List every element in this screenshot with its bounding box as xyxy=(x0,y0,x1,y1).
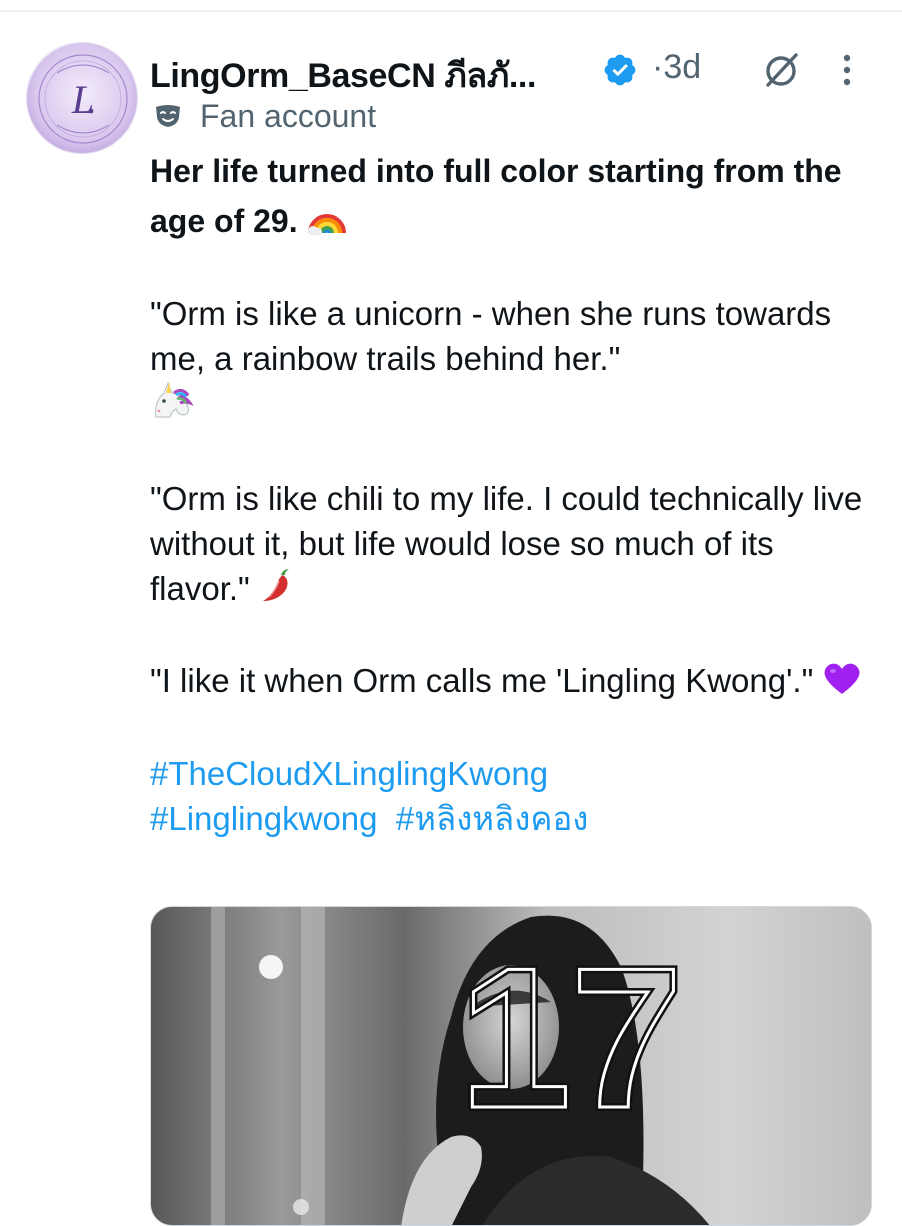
hashtag-linglingkwong[interactable]: #Linglingkwong xyxy=(150,800,378,837)
rainbow-emoji-icon xyxy=(307,199,347,249)
tweet-lead: Her life turned into full color starting… xyxy=(150,146,870,249)
quote-name: "I like it when Orm calls me 'Lingling K… xyxy=(150,658,870,707)
hashtag-thecloudxlinglingkwong[interactable]: #TheCloudXLinglingKwong xyxy=(150,755,548,792)
purple-heart-emoji-icon xyxy=(822,660,862,707)
hashtag-thai-linglingkwong[interactable]: #หลิงหลิงคอง xyxy=(396,800,589,837)
account-label-text: Fan account xyxy=(200,98,377,134)
quote-unicorn-text: "Orm is like a unicorn - when she runs t… xyxy=(150,294,832,377)
profile-avatar[interactable]: L xyxy=(26,42,138,154)
theater-mask-icon xyxy=(154,104,182,128)
quote-chili: "Orm is like chili to my life. I could t… xyxy=(150,476,870,615)
grok-icon[interactable] xyxy=(762,50,802,90)
tweet-timestamp[interactable]: ·3d xyxy=(652,48,701,87)
lingorm-logo-avatar: L xyxy=(27,43,137,153)
verified-badge-icon[interactable] xyxy=(602,52,638,88)
tweet-header: LingOrm_BaseCN ภีลภั... ·3d xyxy=(150,44,870,95)
media-photo-image: 17 17 xyxy=(151,907,871,1225)
media-overlay-text-inner: 17 xyxy=(460,927,682,1150)
quote-chili-text: "Orm is like chili to my life. I could t… xyxy=(150,479,863,607)
more-vertical-icon[interactable] xyxy=(840,52,854,88)
tweet-media-photo[interactable]: 17 17 xyxy=(150,906,872,1226)
quote-unicorn: "Orm is like a unicorn - when she runs t… xyxy=(150,291,870,432)
tweet-text: Her life turned into full color starting… xyxy=(150,146,870,841)
author-display-name[interactable]: LingOrm_BaseCN ภีลภั... xyxy=(150,48,536,102)
top-divider xyxy=(0,0,902,12)
chili-pepper-emoji-icon xyxy=(259,567,295,614)
svg-text:L: L xyxy=(71,77,94,122)
quote-name-text: "I like it when Orm calls me 'Lingling K… xyxy=(150,662,814,700)
unicorn-emoji-icon xyxy=(150,381,194,432)
hashtags: #TheCloudXLinglingKwong #Linglingkwong #… xyxy=(150,751,870,841)
tweet-lead-text: Her life turned into full color starting… xyxy=(150,153,842,239)
